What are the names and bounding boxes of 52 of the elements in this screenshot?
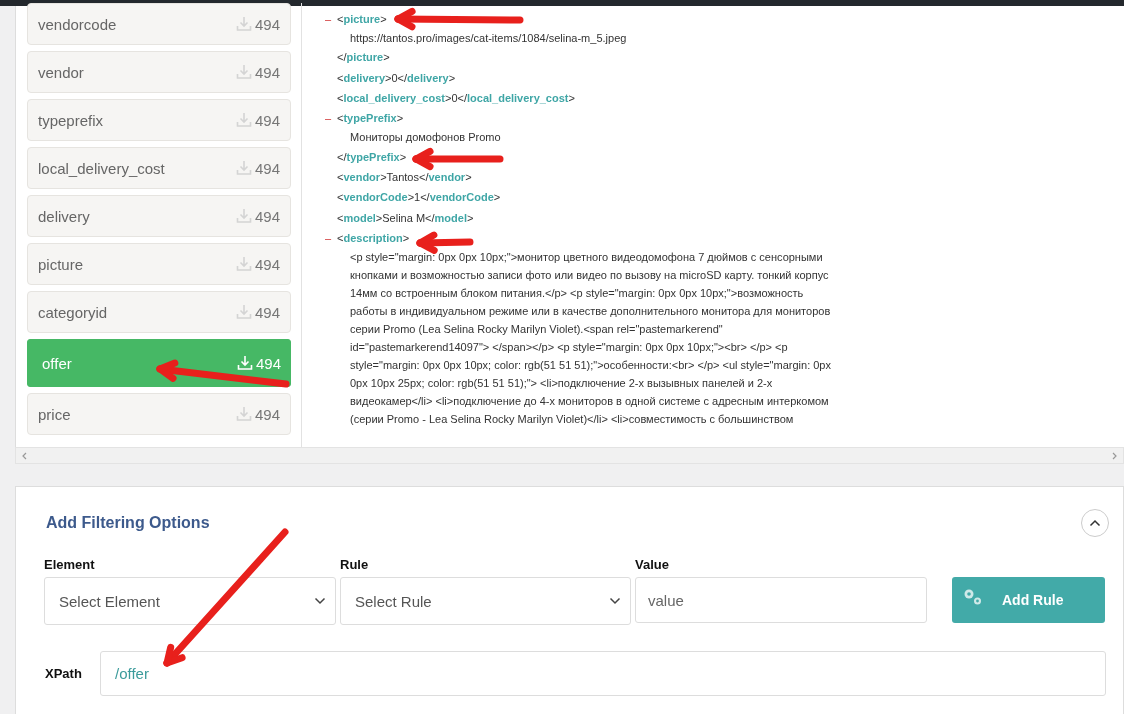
download-icon bbox=[235, 112, 252, 128]
scrollbar[interactable] bbox=[15, 447, 1124, 464]
xml-line: <delivery>0</delivery> bbox=[337, 71, 456, 84]
download-icon bbox=[236, 355, 253, 371]
rule-select[interactable]: Select Rule bbox=[340, 577, 631, 625]
download-icon bbox=[235, 256, 252, 272]
gears-icon bbox=[962, 587, 984, 607]
download-icon bbox=[235, 160, 252, 176]
add-rule-button[interactable]: Add Rule bbox=[952, 577, 1105, 623]
xml-line: <vendor>Tantos</vendor> bbox=[337, 170, 472, 183]
xml-line: <typePrefix> bbox=[337, 112, 404, 125]
xml-line: <local_delivery_cost>0</local_delivery_cost> bbox=[337, 92, 575, 105]
section-title: Add Filtering Options bbox=[46, 514, 210, 532]
download-icon bbox=[235, 406, 252, 422]
collapse-toggle[interactable]: – bbox=[325, 231, 332, 244]
sidebar-item[interactable]: price 494 bbox=[27, 393, 291, 435]
chevron-up-icon bbox=[1089, 519, 1101, 527]
xml-line: </picture> bbox=[337, 51, 390, 64]
sidebar-item[interactable]: picture 494 bbox=[27, 243, 291, 285]
scroll-right-icon[interactable] bbox=[1112, 451, 1118, 460]
sidebar-item[interactable]: local_delivery_cost 494 bbox=[27, 147, 291, 189]
collapse-toggle[interactable]: – bbox=[325, 112, 332, 125]
xml-line: </typePrefix> bbox=[337, 150, 407, 163]
download-icon bbox=[235, 304, 252, 320]
element-select[interactable]: Select Element bbox=[44, 577, 336, 625]
xml-text: Мониторы домофонов Promo bbox=[349, 130, 502, 146]
chevron-down-icon bbox=[609, 597, 621, 605]
collapse-toggle[interactable]: – bbox=[325, 13, 332, 26]
xml-text: https://tantos.pro/images/cat-items/1084/selina-m_5.jpeg bbox=[349, 31, 628, 47]
xpath-field[interactable]: /offer bbox=[100, 651, 1106, 696]
field-label: Element bbox=[44, 557, 96, 572]
sidebar-item[interactable]: categoryid 494 bbox=[27, 291, 291, 333]
annotation-arrow bbox=[416, 231, 474, 254]
xml-line: <vendorCode>1</vendorCode> bbox=[337, 191, 501, 204]
xml-line: <picture> bbox=[337, 13, 387, 26]
scroll-left-icon[interactable] bbox=[21, 451, 27, 460]
xml-line: <description> bbox=[337, 231, 410, 244]
download-icon bbox=[235, 208, 252, 224]
value-field[interactable]: value bbox=[635, 577, 927, 623]
sidebar-item[interactable]: typeprefix 494 bbox=[27, 99, 291, 141]
field-label: Rule bbox=[340, 557, 370, 572]
field-label: Value bbox=[635, 557, 670, 572]
xml-text: <p style="margin: 0px 0px 10px;">монитор цветного видеодомофона 7 дюймов с сенсорными кнопками и возможностью записи фото или видео по вызову на microSD карту. тонкий корпус 14мм со встроенным блоком питания.</p> <p style="margin: 0px 0px 10px;">возможность работы в индивидуальном режиме или в качестве дополнительного монитора для мониторов серии Promo (Lea Selina Rocky Marilyn Violet).<span rel="pastemarkerend" id="pastemarkerend14097"> </span></p> <p style="margin: 0px 0px 10px;"><br> </p> <p style="margin: 0px 0px 10px; color: rgb(51 51 51);">особенности:<br> </p> <ul style="margin: 0px 0px 10px 25px; color: rgb(51 51 51);"> <li>подключение 2-х вызывных панелей и 2-х видеокамер</li> <li>подключение до 4-х мониторов в одной системе с адресным интеркомом (серии Promo - Lea Selina Rocky Marilyn Violet)</li> <li>совместимость с большинством bbox=[349, 249, 832, 427]
download-icon bbox=[235, 16, 252, 32]
collapse-button[interactable] bbox=[1081, 509, 1109, 537]
sidebar-item[interactable]: vendor 494 bbox=[27, 51, 291, 93]
download-icon bbox=[235, 64, 252, 80]
xml-line: <model>Selina M</model> bbox=[337, 211, 474, 224]
sidebar-item[interactable]: vendorcode 494 bbox=[27, 3, 291, 45]
field-label: XPath bbox=[45, 666, 83, 681]
sidebar-item[interactable]: delivery 494 bbox=[27, 195, 291, 237]
chevron-down-icon bbox=[314, 597, 326, 605]
